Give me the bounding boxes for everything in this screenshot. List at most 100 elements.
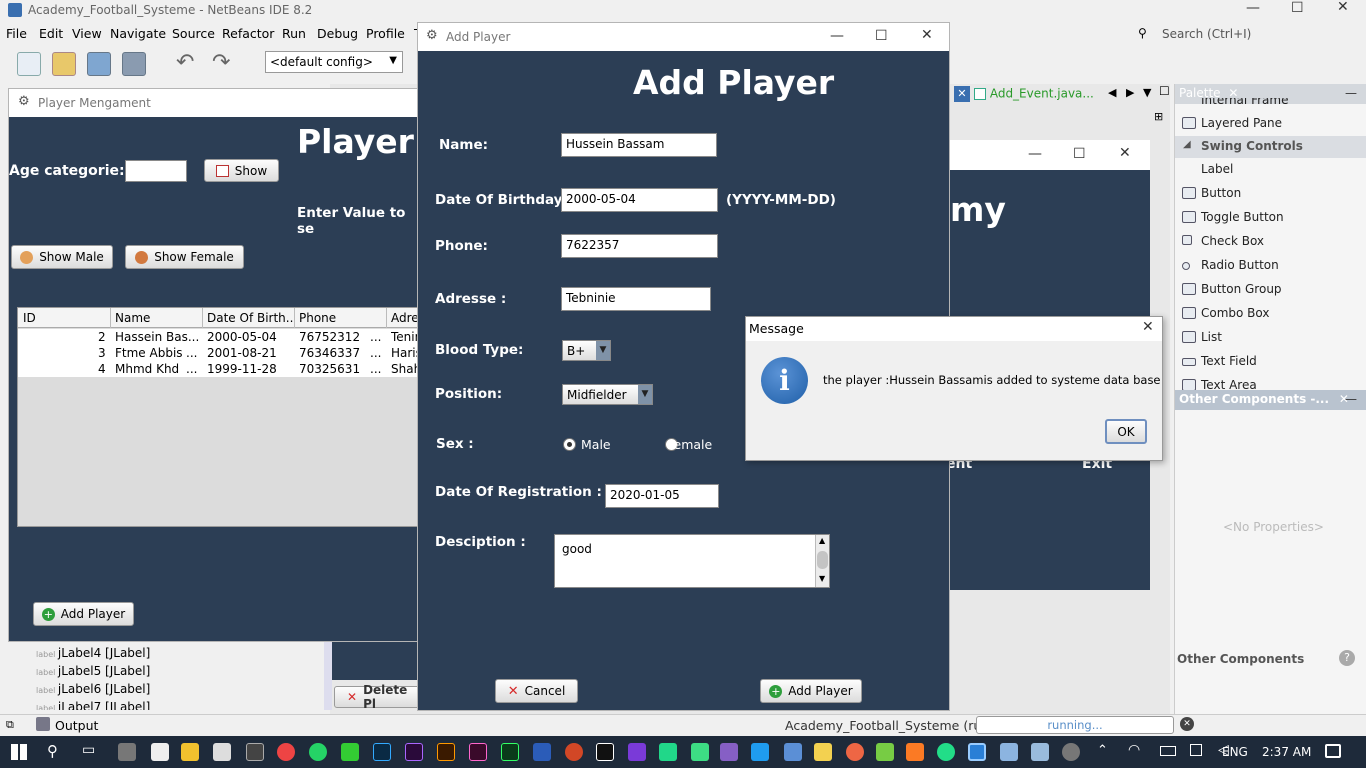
- menu-file[interactable]: File: [6, 26, 27, 41]
- academy-maximize-icon[interactable]: ☐: [1073, 146, 1086, 162]
- new-file-icon[interactable]: [17, 52, 41, 76]
- menu-navigate[interactable]: Navigate: [110, 26, 166, 41]
- message-close-icon[interactable]: ✕: [1142, 319, 1154, 335]
- navigator-item[interactable]: label jLabel4 [JLabel]: [36, 646, 150, 660]
- dob-input[interactable]: 2000-05-04: [561, 188, 718, 212]
- menu-profile[interactable]: Profile: [366, 26, 405, 41]
- editor-tab-add-event[interactable]: Add_Event.java...: [974, 86, 1104, 104]
- store-app-icon[interactable]: [213, 743, 231, 761]
- windows-start-icon[interactable]: [11, 744, 27, 760]
- notepad-app-icon[interactable]: [1031, 743, 1049, 761]
- new-project-icon[interactable]: [52, 52, 76, 76]
- help-icon[interactable]: ?: [1339, 650, 1355, 666]
- visual-studio-icon[interactable]: [720, 743, 738, 761]
- palette-item-button[interactable]: Button: [1175, 182, 1366, 206]
- android-studio-icon[interactable]: [691, 743, 709, 761]
- scroll-up-icon[interactable]: ▲: [819, 536, 825, 545]
- dreamweaver-app-icon[interactable]: [501, 743, 519, 761]
- tool-app-icon[interactable]: [814, 743, 832, 761]
- menu-view[interactable]: View: [72, 26, 102, 41]
- word-app-icon[interactable]: [533, 743, 551, 761]
- palette-item-radio-button[interactable]: Radio Button: [1175, 254, 1366, 278]
- paint-app-icon[interactable]: [846, 743, 864, 761]
- camtasia-app-icon[interactable]: [341, 743, 359, 761]
- tab-scroll-left-icon[interactable]: ◀: [1108, 86, 1116, 99]
- virtualbox-app-icon[interactable]: [784, 743, 802, 761]
- tab-scroll-right-icon[interactable]: ▶: [1126, 86, 1134, 99]
- netbeans-taskbar-icon[interactable]: [1000, 743, 1018, 761]
- battery-icon[interactable]: [1160, 746, 1176, 756]
- intellij-app-icon[interactable]: [596, 743, 614, 761]
- scroll-thumb[interactable]: [817, 551, 828, 569]
- palette-section-swing-controls[interactable]: ◢ Swing Controls: [1175, 136, 1366, 158]
- wifi-icon[interactable]: ◠: [1128, 742, 1140, 758]
- other-components-minimize-icon[interactable]: —: [1345, 392, 1357, 406]
- menu-run[interactable]: Run: [282, 26, 306, 41]
- notifications-icon[interactable]: [1325, 744, 1341, 758]
- palette-item-label[interactable]: Label: [1175, 158, 1366, 182]
- blood-type-select[interactable]: B+ ▼: [562, 340, 611, 361]
- save-all-icon[interactable]: [122, 52, 146, 76]
- phpstorm-app-icon[interactable]: [628, 743, 646, 761]
- position-select[interactable]: Midfielder ▼: [562, 384, 653, 405]
- xd-app-icon[interactable]: [469, 743, 487, 761]
- file-explorer-icon[interactable]: [181, 743, 199, 761]
- column-header-phone[interactable]: Phone: [299, 311, 336, 325]
- palette-item-toggle-button[interactable]: Toggle Button: [1175, 206, 1366, 230]
- menu-debug[interactable]: Debug: [317, 26, 358, 41]
- column-header-dob[interactable]: Date Of Birth...: [207, 311, 295, 325]
- undo-icon[interactable]: ↶: [176, 50, 194, 75]
- navigator-item[interactable]: label jLabel6 [JLabel]: [36, 682, 150, 696]
- palette-item-text-area[interactable]: Text Area: [1175, 374, 1366, 390]
- open-project-icon[interactable]: [87, 52, 111, 76]
- add-player-submit-button[interactable]: + Add Player: [760, 679, 862, 703]
- sex-male-label[interactable]: Male: [581, 437, 611, 452]
- add-player-minimize-icon[interactable]: —: [830, 28, 844, 44]
- app-icon[interactable]: [876, 743, 894, 761]
- palette-item-layered-pane[interactable]: Layered Pane: [1175, 112, 1366, 136]
- description-scrollbar[interactable]: ▲ ▼: [815, 535, 829, 587]
- terminal-app-icon[interactable]: [246, 743, 264, 761]
- photoshop-app-icon[interactable]: [373, 743, 391, 761]
- app-icon[interactable]: [937, 743, 955, 761]
- powerpoint-app-icon[interactable]: [565, 743, 583, 761]
- output-tab[interactable]: Output: [55, 718, 98, 733]
- language-indicator[interactable]: ENG: [1222, 745, 1248, 759]
- redo-icon[interactable]: ↷: [212, 50, 230, 75]
- ide-close-icon[interactable]: ✕: [1337, 0, 1349, 15]
- java-app-taskbar-icon[interactable]: [1062, 743, 1080, 761]
- table-row[interactable]: 3 Ftme Abbis ... 2001-08-21 76346337 ...…: [18, 345, 426, 361]
- restore-icon[interactable]: ⧉: [6, 718, 14, 732]
- palette-item-combo-box[interactable]: Combo Box: [1175, 302, 1366, 326]
- premiere-app-icon[interactable]: [405, 743, 423, 761]
- vscode-app-icon[interactable]: [751, 743, 769, 761]
- xampp-app-icon[interactable]: [906, 743, 924, 761]
- add-player-open-button[interactable]: + Add Player: [33, 602, 134, 626]
- sex-male-radio[interactable]: [563, 438, 576, 451]
- taskbar-search-icon[interactable]: ⚲: [47, 742, 58, 760]
- cancel-button[interactable]: ✕ Cancel: [495, 679, 578, 703]
- navigator-item[interactable]: label jLabel7 [JLabel]: [36, 700, 150, 710]
- show-button[interactable]: Show: [204, 159, 279, 182]
- menu-source[interactable]: Source: [172, 26, 215, 41]
- table-row[interactable]: 2 Hassein Bas... 2000-05-04 76752312 ...…: [18, 329, 426, 345]
- add-player-close-icon[interactable]: ✕: [921, 27, 933, 43]
- age-category-input[interactable]: [125, 160, 187, 182]
- palette-item-text-field[interactable]: Text Field: [1175, 350, 1366, 374]
- ide-maximize-icon[interactable]: ☐: [1291, 0, 1304, 16]
- registration-date-input[interactable]: 2020-01-05: [605, 484, 719, 508]
- table-row[interactable]: 4 Mhmd Khd ... 1999-11-28 70325631 ... S…: [18, 361, 426, 377]
- editor-tab-close-icon[interactable]: ✕: [954, 86, 970, 102]
- palette-item-list[interactable]: List: [1175, 326, 1366, 350]
- phone-input[interactable]: 7622357: [561, 234, 718, 258]
- delete-player-button[interactable]: ✕ Delete Pl: [334, 683, 424, 711]
- tab-list-icon[interactable]: ▼: [1143, 86, 1151, 99]
- network-icon[interactable]: [1190, 744, 1202, 756]
- whatsapp-app-icon[interactable]: [309, 743, 327, 761]
- ide-search-input[interactable]: Search (Ctrl+I): [1162, 27, 1251, 41]
- show-female-button[interactable]: Show Female: [125, 245, 244, 269]
- palette-item-check-box[interactable]: Check Box: [1175, 230, 1366, 254]
- column-header-id[interactable]: ID: [23, 311, 36, 325]
- chrome-app-icon[interactable]: [277, 743, 295, 761]
- mail-app-icon[interactable]: [151, 743, 169, 761]
